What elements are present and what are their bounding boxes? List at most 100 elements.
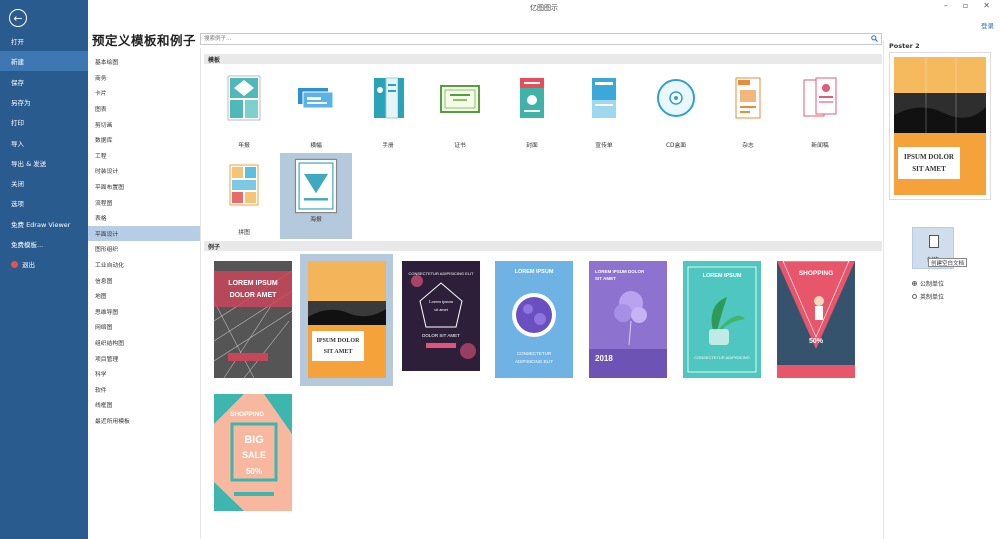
poster-thumbnail: SHOPPING 50%	[777, 260, 855, 378]
category-item[interactable]: 信息图	[88, 272, 200, 288]
template-press-release[interactable]: 新闻稿	[784, 66, 856, 152]
template-collage[interactable]: 拼图	[208, 153, 280, 239]
example-poster-5[interactable]: LOREM IPSUM DOLOR SIT AMET 2018	[589, 261, 667, 378]
example-line: LOREM IPSUM	[228, 280, 278, 287]
search-input[interactable]	[201, 34, 861, 44]
category-item[interactable]: 最近所用模板	[88, 413, 200, 429]
example-line: DOLOR SIT AMET	[422, 333, 460, 338]
category-item[interactable]: 剪切画	[88, 116, 200, 132]
template-cover[interactable]: 封面	[496, 66, 568, 152]
poster-thumbnail: IPSUM DOLOR SIT AMET	[308, 261, 386, 378]
example-poster-3[interactable]: CONSECTETUR ADIPISICING ELIT Lorem ipsum…	[402, 261, 480, 371]
template-flyer[interactable]: 宣传单	[568, 66, 640, 152]
category-item[interactable]: 流程图	[88, 194, 200, 210]
nav-item-label: 打印	[11, 119, 24, 127]
category-item[interactable]: 基本绘图	[88, 54, 200, 70]
preview-image: IPSUM DOLOR SIT AMET	[889, 52, 991, 200]
back-arrow-icon[interactable]: ←	[9, 9, 27, 27]
certificate-icon	[440, 85, 480, 113]
category-item[interactable]: 地图	[88, 288, 200, 304]
category-item[interactable]: 思维导图	[88, 304, 200, 320]
minimize-button[interactable]: –	[944, 1, 948, 10]
search-box	[200, 33, 882, 45]
template-label: 宣传单	[595, 143, 613, 149]
close-button[interactable]: ✕	[983, 1, 990, 10]
radio-dot	[912, 281, 917, 286]
nav-item-label: 退出	[22, 261, 35, 269]
template-brochure[interactable]: 手册	[352, 66, 424, 152]
nav-item-save-as[interactable]: 另存为	[0, 92, 88, 112]
nav-item-export-send[interactable]: 导出 & 发送	[0, 153, 88, 173]
template-cd-cover[interactable]: CD盒面	[640, 66, 712, 152]
category-item[interactable]: 卡片	[88, 85, 200, 101]
template-label: 拼图	[238, 230, 250, 236]
example-poster-4[interactable]: LOREM IPSUM CONSECTETUR ADIPISICING ELIT	[495, 261, 573, 378]
templates-header-label: 模板	[208, 56, 221, 64]
category-item[interactable]: 网络图	[88, 319, 200, 335]
category-item[interactable]: 平面布置图	[88, 179, 200, 195]
template-magazine[interactable]: 杂志	[712, 66, 784, 152]
nav-item-exit[interactable]: 退出	[0, 254, 88, 274]
template-banner[interactable]: 横幅	[280, 66, 352, 152]
category-item[interactable]: 时装设计	[88, 163, 200, 179]
nav-item-save[interactable]: 保存	[0, 72, 88, 92]
poster-thumbnail: SHOPPING BIG SALE 50%	[214, 394, 292, 511]
template-annual-report[interactable]: 年报	[208, 66, 280, 152]
category-item[interactable]: 工程	[88, 148, 200, 164]
cd-icon	[657, 79, 695, 117]
example-poster-2[interactable]: IPSUM DOLOR SIT AMET	[300, 254, 393, 386]
category-item[interactable]: 表格	[88, 210, 200, 226]
nav-item-print[interactable]: 打印	[0, 112, 88, 132]
divider	[200, 48, 201, 539]
nav-item-label: 打开	[11, 38, 24, 46]
poster-thumbnail: LOREM IPSUM CONSECTETUR ADIPISICING	[683, 261, 761, 378]
template-label: 年报	[238, 143, 250, 149]
example-line: CONSECTETUR	[517, 351, 552, 356]
restore-button[interactable]: ▫	[963, 1, 968, 10]
example-poster-6[interactable]: LOREM IPSUM CONSECTETUR ADIPISICING	[683, 261, 761, 378]
category-item[interactable]: 线框图	[88, 397, 200, 413]
template-certificate[interactable]: 证书	[424, 66, 496, 152]
search-icon[interactable]	[871, 35, 878, 42]
example-poster-8[interactable]: SHOPPING BIG SALE 50%	[214, 394, 292, 511]
example-line: 2018	[595, 354, 613, 363]
category-item[interactable]: 组织结构图	[88, 335, 200, 351]
nav-item-close[interactable]: 关闭	[0, 173, 88, 193]
preview-title: Poster 2	[889, 42, 920, 50]
category-list: 基本绘图 商务 卡片 图表 剪切画 数据库 工程 时装设计 平面布置图 流程图 表格 平面设计 图形组织…	[88, 54, 200, 428]
examples-header: 例子	[204, 241, 882, 251]
example-line: SALE	[242, 450, 266, 460]
example-line: sit amet	[434, 307, 449, 312]
nav-item-open[interactable]: 打开	[0, 31, 88, 51]
example-poster-1[interactable]: LOREM IPSUM DOLOR AMET	[213, 261, 293, 379]
poster-preview-thumbnail: IPSUM DOLOR SIT AMET	[894, 57, 986, 195]
category-item[interactable]: 图表	[88, 101, 200, 117]
nav-item-options[interactable]: 选项	[0, 193, 88, 213]
nav-item-new[interactable]: 新建	[0, 51, 88, 71]
category-item[interactable]: 软件	[88, 381, 200, 397]
login-link[interactable]: 登录	[981, 20, 994, 30]
imperial-units-radio[interactable]: 英制单位	[912, 292, 944, 301]
metric-units-radio[interactable]: 公制单位	[912, 279, 944, 288]
template-poster[interactable]: 海报	[280, 153, 352, 239]
exit-icon	[11, 260, 18, 268]
poster-thumbnail: LOREM IPSUM CONSECTETUR ADIPISICING ELIT	[495, 261, 573, 378]
example-line: SIT AMET	[324, 349, 353, 355]
example-line: SIT AMET	[595, 276, 616, 281]
category-item[interactable]: 图形组织	[88, 241, 200, 257]
example-poster-7[interactable]: SHOPPING 50%	[777, 260, 855, 378]
nav-item-free-viewer[interactable]: 免费 Edraw Viewer	[0, 214, 88, 234]
example-line: LOREM IPSUM DOLOR	[595, 269, 645, 274]
category-item[interactable]: 数据库	[88, 132, 200, 148]
category-item[interactable]: 项目管理	[88, 350, 200, 366]
nav-item-free-templates[interactable]: 免费模板...	[0, 234, 88, 254]
category-item[interactable]: 科学	[88, 366, 200, 382]
nav-item-import[interactable]: 导入	[0, 133, 88, 153]
category-item[interactable]: 商务	[88, 70, 200, 86]
category-item[interactable]: 工业自动化	[88, 257, 200, 273]
left-nav: ← 打开 新建 保存 另存为 打印 导入 导出 & 发送 关闭 选项 免费 Ed…	[0, 0, 88, 539]
template-label: 横幅	[310, 143, 322, 149]
example-line: 50%	[246, 467, 262, 476]
category-item[interactable]: 平面设计	[88, 225, 200, 242]
template-label: 新闻稿	[811, 143, 829, 149]
